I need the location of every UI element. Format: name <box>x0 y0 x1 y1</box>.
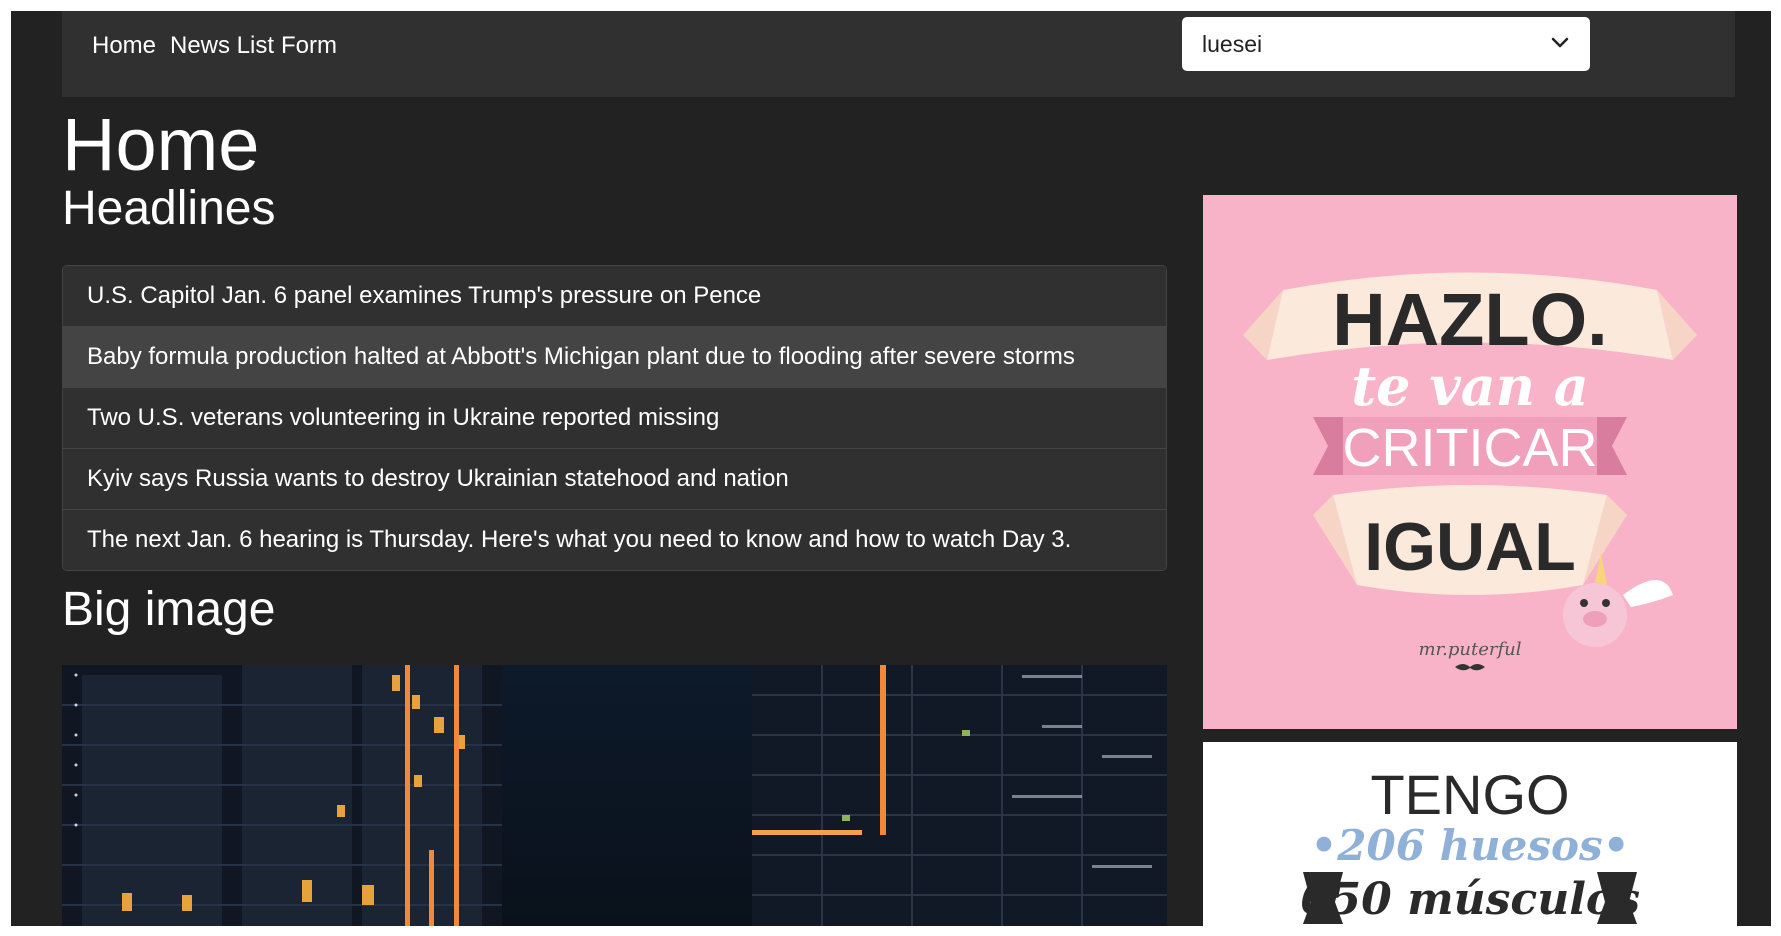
headlines-title: Headlines <box>62 182 276 235</box>
headline-item[interactable]: Two U.S. veterans volunteering in Ukrain… <box>63 388 1166 449</box>
headline-item[interactable]: The next Jan. 6 hearing is Thursday. Her… <box>63 510 1166 570</box>
page-title: Home <box>62 103 260 186</box>
poster-hazlo: HAZLO. te van a CRITICAR IGUAL mr.puterf… <box>1203 195 1737 729</box>
svg-text:mr.puterful: mr.puterful <box>1418 639 1521 660</box>
nav-link-home[interactable]: Home <box>92 31 156 61</box>
svg-text:HAZLO.: HAZLO. <box>1332 278 1607 361</box>
nav-link-form[interactable]: Form <box>281 31 337 61</box>
svg-text:•206 huesos•: •206 huesos• <box>1310 821 1629 870</box>
svg-text:te van a: te van a <box>1351 354 1589 418</box>
top-navbar: Home News List Form luesei <box>62 11 1735 97</box>
chevron-down-icon <box>1548 30 1572 54</box>
poster-tengo: TENGO •206 huesos• 650 músculos <box>1203 742 1737 926</box>
big-image <box>62 665 1167 926</box>
svg-text:650 músculos: 650 músculos <box>1300 874 1640 925</box>
svg-text:CRITICAR: CRITICAR <box>1343 418 1598 478</box>
page: Home News List Form luesei Home Headline… <box>11 11 1771 926</box>
headline-item[interactable]: Kyiv says Russia wants to destroy Ukrain… <box>63 449 1166 510</box>
headline-item-active[interactable]: Baby formula production halted at Abbott… <box>63 327 1166 388</box>
user-select[interactable]: luesei <box>1182 17 1590 71</box>
svg-text:IGUAL: IGUAL <box>1364 509 1576 585</box>
big-image-title: Big image <box>62 583 276 636</box>
nav-link-news-list[interactable]: News List <box>170 31 274 61</box>
user-select-value: luesei <box>1202 31 1263 57</box>
headlines-list: U.S. Capitol Jan. 6 panel examines Trump… <box>62 265 1167 571</box>
headline-item[interactable]: U.S. Capitol Jan. 6 panel examines Trump… <box>63 266 1166 327</box>
svg-text:TENGO: TENGO <box>1370 763 1569 826</box>
